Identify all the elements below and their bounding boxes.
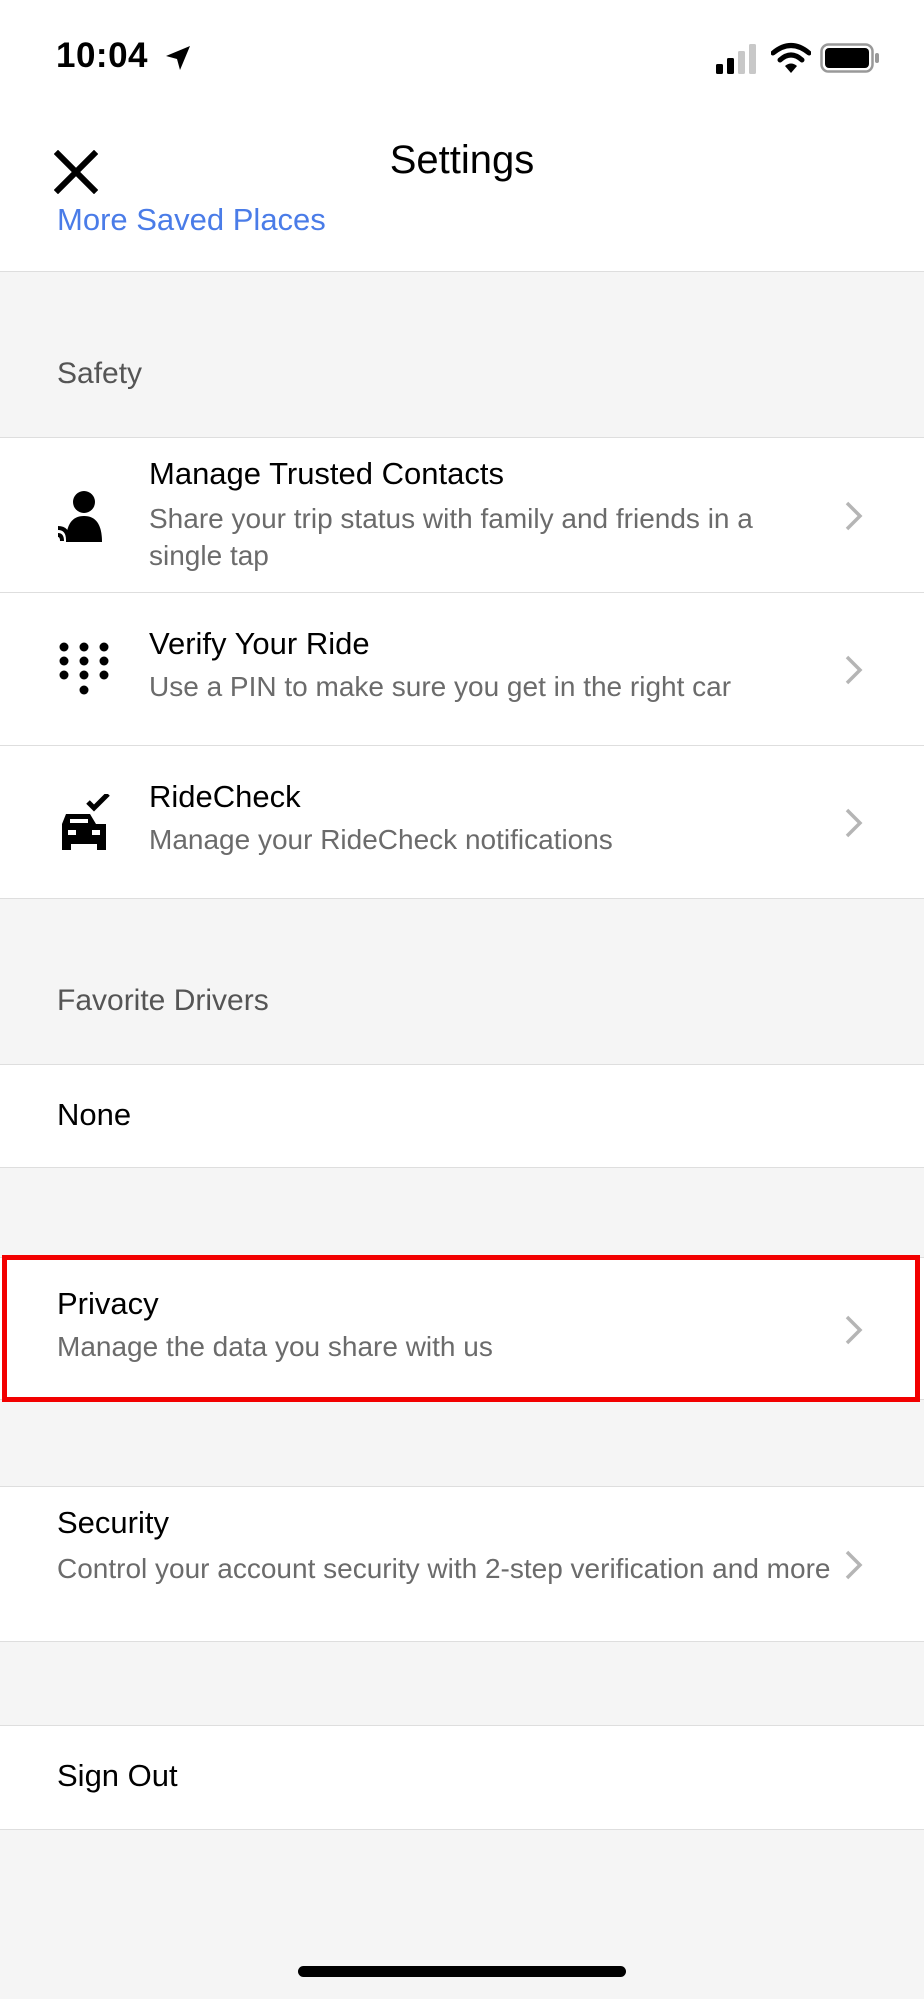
chevron-right-icon (845, 1550, 863, 1580)
chevron-right-icon (845, 1315, 863, 1345)
ridecheck-row[interactable]: RideCheck Manage your RideCheck notifica… (0, 746, 924, 899)
chevron-right-icon (845, 501, 863, 531)
favorite-drivers-value: None (57, 1097, 132, 1132)
chevron-right-icon (845, 808, 863, 838)
page-title: Settings (389, 138, 535, 182)
cellular-signal-icon (716, 44, 756, 74)
favorite-drivers-row: None (0, 1065, 924, 1168)
trusted-contacts-icon (57, 491, 102, 542)
more-saved-places-link[interactable]: More Saved Places (57, 202, 326, 238)
battery-icon (820, 43, 879, 73)
row-subtitle: Use a PIN to make sure you get in the ri… (149, 671, 732, 702)
section-header-favorite-drivers: Favorite Drivers (0, 899, 924, 1065)
row-title: Verify Your Ride (149, 626, 370, 661)
home-indicator (298, 1966, 626, 1977)
row-title: RideCheck (149, 779, 301, 814)
section-title: Safety (57, 357, 143, 390)
sign-out-button[interactable]: Sign Out (57, 1758, 178, 1794)
security-row[interactable]: Security Control your account security w… (0, 1486, 924, 1642)
row-subtitle: Manage the data you share with us (57, 1331, 493, 1362)
settings-screen: 10:04 Settings More Saved Places Safety … (0, 0, 924, 1999)
row-title: Privacy (57, 1286, 159, 1321)
row-title: Security (57, 1505, 169, 1540)
settings-header: Settings More Saved Places (0, 110, 924, 272)
section-title: Favorite Drivers (57, 984, 269, 1017)
chevron-right-icon (845, 655, 863, 685)
section-header-safety: Safety (0, 273, 924, 438)
row-subtitle: Share your trip status with family and f… (149, 503, 753, 571)
trusted-contacts-row[interactable]: Manage Trusted Contacts Share your trip … (0, 438, 924, 593)
location-arrow-icon (166, 46, 190, 70)
status-time: 10:04 (56, 36, 149, 75)
pin-keypad-icon (59, 642, 109, 695)
status-bar: 10:04 (0, 0, 924, 110)
wifi-icon (771, 43, 811, 73)
sign-out-row[interactable]: Sign Out (0, 1725, 924, 1830)
row-title: Manage Trusted Contacts (149, 456, 504, 491)
car-check-icon (62, 794, 110, 850)
row-subtitle: Control your account security with 2-ste… (57, 1553, 831, 1584)
verify-ride-row[interactable]: Verify Your Ride Use a PIN to make sure … (0, 593, 924, 746)
privacy-row[interactable]: Privacy Manage the data you share with u… (0, 1257, 924, 1400)
row-subtitle: Manage your RideCheck notifications (149, 824, 613, 855)
